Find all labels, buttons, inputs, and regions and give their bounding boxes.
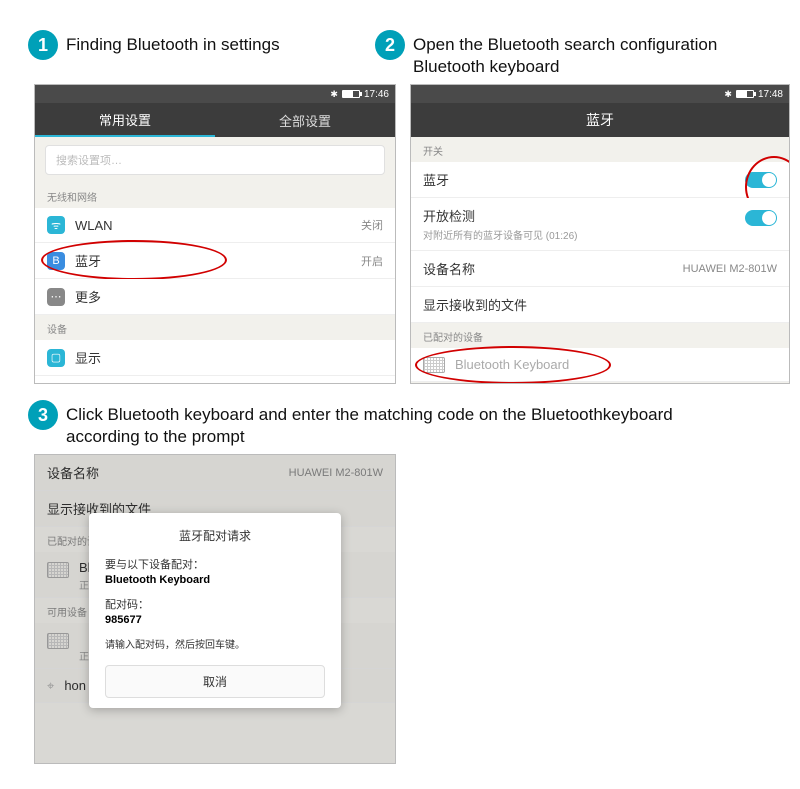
screen-title: 蓝牙 — [411, 103, 789, 137]
dialog-pair-with: 要与以下设备配对： — [105, 556, 325, 572]
step-3-label: 3 Click Bluetooth keyboard and enter the… — [28, 400, 678, 448]
status-time: 17:48 — [758, 89, 783, 100]
tab-common-settings[interactable]: 常用设置 — [35, 103, 215, 137]
bluetooth-label: 蓝牙 — [75, 251, 361, 270]
row-device-name[interactable]: 设备名称 HUAWEI M2-801W — [411, 251, 789, 287]
screenshot-settings: ✱ 17:46 常用设置 全部设置 搜索设置项… 无线和网络 ᯤ WLAN 关闭… — [34, 84, 396, 384]
display-icon: ▢ — [47, 349, 65, 367]
section-available: 可用设备 — [411, 382, 789, 384]
step-1-text: Finding Bluetooth in settings — [66, 30, 280, 56]
status-time: 17:46 — [364, 89, 389, 100]
dialog-title: 蓝牙配对请求 — [105, 527, 325, 544]
bluetooth-icon: B — [47, 252, 65, 270]
received-files-label: 显示接收到的文件 — [423, 295, 777, 314]
status-bar: ✱ 17:48 — [411, 85, 789, 103]
wifi-icon: ᯤ — [47, 216, 65, 234]
more-label: 更多 — [75, 287, 383, 306]
device-name-label: 设备名称 — [423, 259, 683, 278]
section-switch: 开关 — [411, 137, 789, 162]
wlan-value: 关闭 — [361, 217, 383, 233]
bluetooth-status-icon: ✱ — [724, 89, 732, 100]
step-1-number: 1 — [28, 30, 58, 60]
status-bar: ✱ 17:46 — [35, 85, 395, 103]
step-2-text: Open the Bluetooth search configuration … — [413, 30, 789, 78]
row-wlan[interactable]: ᯤ WLAN 关闭 — [35, 208, 395, 243]
cancel-button[interactable]: 取消 — [105, 665, 325, 698]
tab-all-settings[interactable]: 全部设置 — [215, 103, 395, 137]
screenshot-pairing-dialog: 设备名称 HUAWEI M2-801W 显示接收到的文件 已配对的设备 Blue… — [34, 454, 396, 764]
step-1-label: 1 Finding Bluetooth in settings — [28, 30, 396, 60]
step-3-text: Click Bluetooth keyboard and enter the m… — [66, 400, 678, 448]
discover-label: 开放检测 — [423, 206, 745, 225]
row-display[interactable]: ▢ 显示 — [35, 340, 395, 376]
search-input[interactable]: 搜索设置项… — [45, 145, 385, 175]
section-paired: 已配对的设备 — [411, 323, 789, 348]
dialog-device-name: Bluetooth Keyboard — [105, 574, 325, 586]
dialog-code-value: 985677 — [105, 614, 325, 626]
dialog-code-label: 配对码： — [105, 596, 325, 612]
bt-toggle[interactable] — [745, 172, 777, 188]
row-bluetooth[interactable]: B 蓝牙 开启 — [35, 243, 395, 279]
paired-device-label: Bluetooth Keyboard — [455, 357, 777, 372]
row-discoverable[interactable]: 开放检测 对附近所有的蓝牙设备可见 (01:26) — [411, 198, 789, 251]
discover-toggle[interactable] — [745, 210, 777, 226]
step-2-label: 2 Open the Bluetooth search configuratio… — [375, 30, 789, 78]
bluetooth-value: 开启 — [361, 253, 383, 269]
settings-tabs: 常用设置 全部设置 — [35, 103, 395, 137]
bluetooth-status-icon: ✱ — [330, 89, 338, 100]
row-received-files[interactable]: 显示接收到的文件 — [411, 287, 789, 323]
step-3-number: 3 — [28, 400, 58, 430]
bt-toggle-label: 蓝牙 — [423, 170, 745, 189]
pairing-dialog: 蓝牙配对请求 要与以下设备配对： Bluetooth Keyboard 配对码：… — [89, 513, 341, 708]
battery-icon — [342, 90, 360, 98]
discover-subtitle: 对附近所有的蓝牙设备可见 (01:26) — [423, 227, 745, 242]
more-icon: ⋯ — [47, 288, 65, 306]
battery-icon — [736, 90, 754, 98]
section-device: 设备 — [35, 315, 395, 340]
screenshot-bluetooth: ✱ 17:48 蓝牙 开关 蓝牙 开放检测 对附近所有的蓝牙设备可见 (01:2… — [410, 84, 790, 384]
row-sound[interactable]: ♪ 声音 — [35, 376, 395, 384]
wlan-label: WLAN — [75, 218, 361, 233]
keyboard-icon — [423, 357, 445, 373]
row-bt-toggle[interactable]: 蓝牙 — [411, 162, 789, 198]
step-2-number: 2 — [375, 30, 405, 60]
display-label: 显示 — [75, 348, 383, 367]
row-paired-keyboard[interactable]: Bluetooth Keyboard — [411, 348, 789, 382]
section-wireless: 无线和网络 — [35, 183, 395, 208]
row-more[interactable]: ⋯ 更多 — [35, 279, 395, 315]
dialog-hint: 请输入配对码，然后按回车键。 — [105, 636, 325, 651]
device-name-value: HUAWEI M2-801W — [683, 263, 777, 275]
